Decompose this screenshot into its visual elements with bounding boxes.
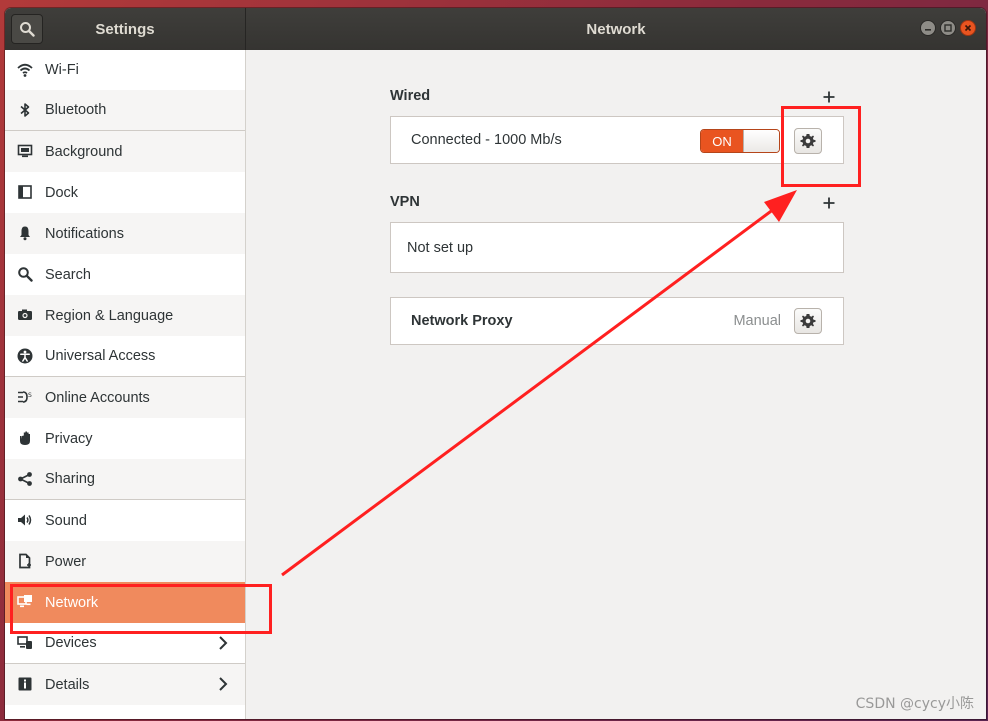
- sidebar-item-power[interactable]: Power: [5, 541, 245, 582]
- wired-switch[interactable]: ON: [700, 129, 780, 153]
- sidebar-item-online-accounts[interactable]: S Online Accounts: [5, 377, 245, 418]
- background-icon: [17, 144, 33, 158]
- sidebar-item-label: Search: [45, 266, 91, 283]
- network-panel: Wired Connected - 1000 Mb/s ON VPN Not s…: [246, 50, 986, 719]
- sidebar-item-label: Region & Language: [45, 307, 174, 324]
- sidebar-item-label: Devices: [45, 635, 97, 651]
- maximize-icon: [944, 24, 952, 32]
- add-vpn-icon[interactable]: [822, 196, 836, 210]
- sidebar-title: Settings: [95, 20, 155, 38]
- window-controls: [920, 20, 976, 36]
- info-icon: [18, 677, 32, 691]
- sidebar-item-label: Dock: [45, 184, 79, 201]
- sidebar-item-label: Universal Access: [45, 348, 156, 364]
- speaker-icon: [18, 514, 32, 526]
- wired-status: Connected - 1000 Mb/s: [411, 132, 562, 148]
- watermark: CSDN @cycy小陈: [855, 696, 974, 712]
- sidebar-item-label: Privacy: [45, 430, 93, 447]
- sidebar-item-notifications[interactable]: Notifications: [5, 213, 245, 254]
- sidebar-item-bluetooth[interactable]: Bluetooth: [5, 90, 245, 131]
- chevron-right-icon: [219, 636, 228, 650]
- wifi-icon: [17, 63, 33, 77]
- sidebar-item-universal-access[interactable]: Universal Access: [5, 336, 245, 377]
- sidebar-item-label: Notifications: [45, 225, 124, 242]
- wired-heading: Wired: [390, 88, 431, 104]
- annotation-box-gear: [781, 106, 861, 187]
- annotation-box-network: [10, 584, 272, 634]
- power-icon: [19, 553, 31, 569]
- svg-text:S: S: [28, 392, 32, 399]
- hand-icon: [20, 431, 30, 445]
- gear-icon: [800, 314, 816, 328]
- dock-icon: [18, 185, 32, 199]
- sidebar-item-label: Power: [45, 553, 87, 570]
- header-bar: Settings Network: [5, 8, 986, 51]
- sidebar-item-label: Details: [45, 676, 90, 693]
- sidebar-item-wifi[interactable]: Wi-Fi: [5, 50, 245, 90]
- search-icon: [18, 267, 33, 282]
- sidebar-item-label: Sharing: [45, 471, 95, 487]
- network-proxy-row[interactable]: Network Proxy Manual: [390, 297, 844, 345]
- universal-access-icon: [17, 348, 33, 364]
- bluetooth-icon: [20, 103, 30, 117]
- vpn-card: Not set up: [390, 222, 844, 273]
- switch-knob: [743, 130, 779, 152]
- devices-icon: [17, 636, 32, 649]
- add-wired-icon[interactable]: [822, 90, 836, 104]
- minimize-button[interactable]: [920, 20, 936, 36]
- chevron-right-icon: [219, 677, 228, 691]
- maximize-button[interactable]: [940, 20, 956, 36]
- switch-on-label: ON: [701, 130, 743, 152]
- sidebar-item-sharing[interactable]: Sharing: [5, 459, 245, 500]
- wired-connection-card: Connected - 1000 Mb/s ON: [390, 116, 844, 164]
- sidebar-item-label: Bluetooth: [45, 102, 107, 118]
- proxy-settings-button[interactable]: [794, 308, 822, 334]
- sidebar-item-sound[interactable]: Sound: [5, 500, 245, 541]
- sidebar-item-privacy[interactable]: Privacy: [5, 418, 245, 459]
- online-accounts-icon: S: [18, 391, 32, 403]
- network-proxy-label: Network Proxy: [411, 313, 513, 329]
- network-proxy-value: Manual: [733, 313, 781, 329]
- sidebar-item-region-language[interactable]: Region & Language: [5, 295, 245, 336]
- minimize-icon: [925, 29, 931, 31]
- sidebar-item-label: Wi-Fi: [45, 62, 79, 78]
- window-title: Network: [586, 20, 646, 38]
- share-icon: [18, 472, 32, 486]
- close-button[interactable]: [960, 20, 976, 36]
- sidebar-item-details[interactable]: Details: [5, 664, 245, 705]
- vpn-heading: VPN: [390, 194, 420, 210]
- sidebar-item-label: Online Accounts: [45, 389, 150, 406]
- sidebar-item-search[interactable]: Search: [5, 254, 245, 295]
- sidebar-item-background[interactable]: Background: [5, 131, 245, 172]
- close-icon: [964, 24, 972, 32]
- camera-icon: [18, 309, 32, 320]
- sidebar-item-dock[interactable]: Dock: [5, 172, 245, 213]
- vpn-empty-text: Not set up: [407, 240, 474, 256]
- bell-icon: [20, 226, 30, 241]
- sidebar-item-label: Sound: [45, 512, 87, 529]
- sidebar-item-label: Background: [45, 143, 123, 160]
